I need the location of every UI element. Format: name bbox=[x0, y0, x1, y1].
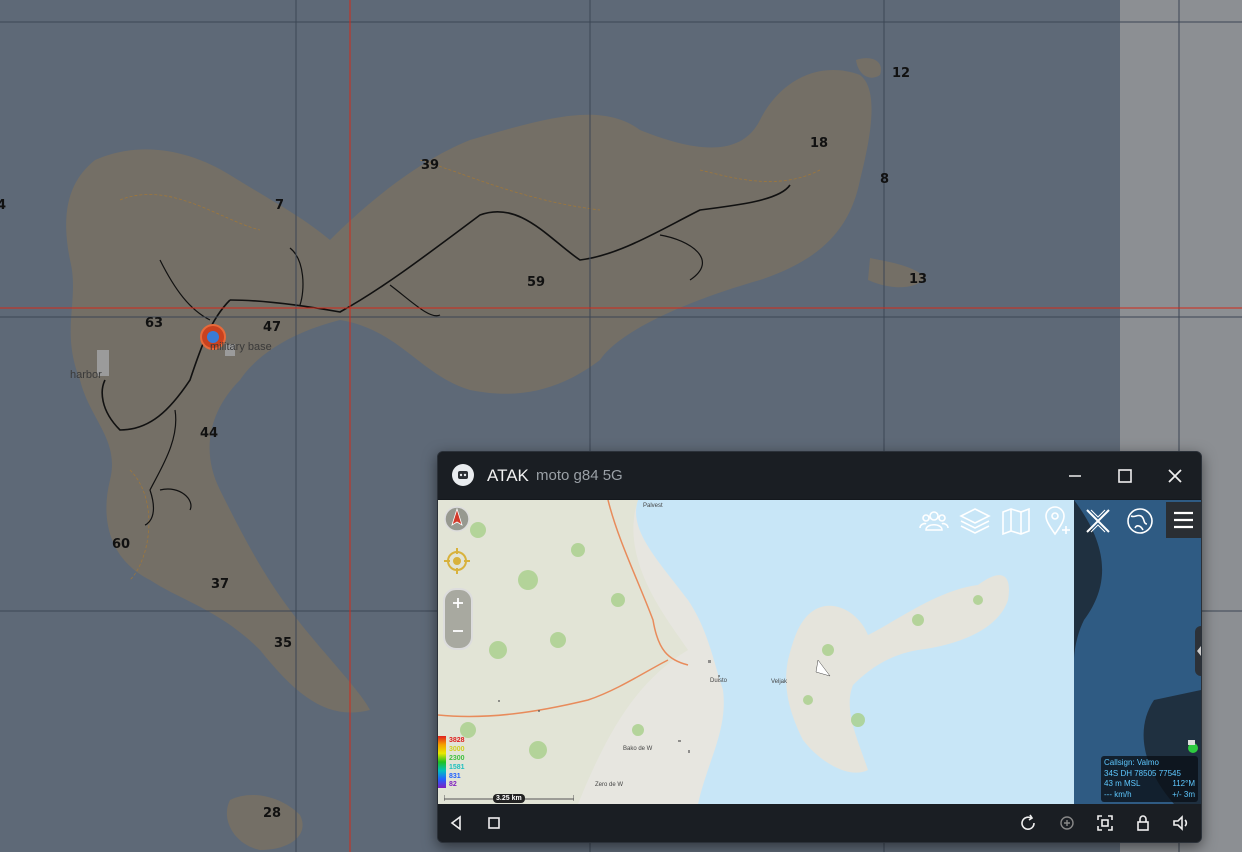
atak-app-icon bbox=[452, 464, 474, 486]
grid-number: 39 bbox=[421, 158, 440, 173]
close-tools-button[interactable] bbox=[1081, 504, 1115, 538]
grid-number: 7 bbox=[275, 198, 285, 213]
chevron-left-icon bbox=[1197, 646, 1201, 656]
zoom-in-button[interactable] bbox=[446, 592, 470, 614]
map-label: Palvest bbox=[643, 503, 663, 509]
elevation-value: 82 bbox=[449, 781, 457, 788]
screenshot-icon bbox=[1097, 815, 1113, 831]
device-name: moto g84 5G bbox=[536, 467, 623, 484]
elevation-value: 1581 bbox=[449, 764, 465, 771]
globe-icon bbox=[1127, 508, 1153, 534]
place-label: military base bbox=[210, 341, 272, 353]
menu-icon bbox=[1174, 511, 1193, 529]
grid-number: 28 bbox=[263, 806, 282, 821]
atak-window: ATAK moto g84 5G Palvest Veljak Duisto B… bbox=[437, 451, 1202, 843]
map-label: Duisto bbox=[710, 678, 728, 684]
recents-icon bbox=[488, 817, 500, 829]
zoom-out-icon bbox=[453, 630, 463, 632]
grid-number: 8 bbox=[880, 172, 890, 187]
callsign-info-box[interactable]: Callsign: Valmo 34S DH 78505 77545 43 m … bbox=[1101, 756, 1198, 802]
minimize-button[interactable] bbox=[1061, 462, 1089, 490]
grid-number: 47 bbox=[263, 320, 282, 335]
minimize-icon bbox=[1069, 475, 1081, 477]
recents-button[interactable] bbox=[485, 814, 503, 832]
callsign-text: Callsign: Valmo bbox=[1104, 758, 1159, 767]
contacts-icon bbox=[919, 511, 949, 531]
back-icon bbox=[450, 815, 461, 831]
elevation-value: 2300 bbox=[449, 755, 465, 762]
altitude-text: 43 m MSL bbox=[1104, 779, 1141, 788]
panel-expand-handle[interactable] bbox=[1195, 626, 1201, 676]
grid-number: 60 bbox=[112, 537, 131, 552]
zoom-out-button[interactable] bbox=[446, 620, 470, 642]
zoom-in-icon bbox=[453, 598, 463, 608]
accuracy-text: +/- 3m bbox=[1172, 789, 1195, 799]
locate-self-button[interactable] bbox=[442, 546, 472, 576]
grid-number: 44 bbox=[200, 426, 219, 441]
elevation-value: 3828 bbox=[449, 737, 465, 744]
zoom-control bbox=[443, 588, 473, 650]
navigation-bar bbox=[438, 804, 1201, 842]
place-label: harbor bbox=[70, 369, 102, 381]
title-bar[interactable]: ATAK moto g84 5G bbox=[438, 452, 1201, 499]
maximize-button[interactable] bbox=[1111, 462, 1139, 490]
atak-map[interactable] bbox=[438, 500, 1074, 804]
grid-number: 35 bbox=[274, 636, 293, 651]
globe-button[interactable] bbox=[1123, 504, 1157, 538]
grid-number: 13 bbox=[909, 272, 928, 287]
north-compass-icon bbox=[444, 506, 470, 532]
elevation-legend bbox=[438, 736, 446, 788]
add-point-button[interactable] bbox=[1040, 504, 1074, 538]
heading-text: 112°M bbox=[1172, 779, 1195, 788]
volume-button[interactable] bbox=[1172, 814, 1190, 832]
menu-button[interactable] bbox=[1166, 502, 1201, 538]
close-button[interactable] bbox=[1161, 462, 1189, 490]
grid-number: 63 bbox=[145, 316, 164, 331]
layers-icon bbox=[959, 508, 991, 534]
speed-text: --- km/h bbox=[1104, 789, 1132, 799]
contacts-button[interactable] bbox=[917, 504, 951, 538]
gps-status-icon bbox=[1188, 740, 1198, 753]
volume-icon bbox=[1173, 815, 1188, 831]
close-tools-icon bbox=[1086, 509, 1110, 533]
map-label: Bako de W bbox=[623, 746, 653, 752]
grid-number: 4 bbox=[0, 198, 7, 213]
locate-self-icon bbox=[444, 548, 470, 574]
add-point-icon bbox=[1045, 506, 1070, 536]
grid-number: 59 bbox=[527, 275, 546, 290]
lock-button[interactable] bbox=[1134, 814, 1152, 832]
elevation-value: 3000 bbox=[449, 746, 465, 753]
scale-label: 3.25 km bbox=[493, 794, 525, 803]
rotate-icon bbox=[1021, 814, 1035, 830]
maps-icon bbox=[1002, 507, 1030, 536]
lock-icon bbox=[1137, 815, 1149, 831]
map-label: Veljak bbox=[771, 679, 788, 685]
grid-number: 12 bbox=[892, 66, 911, 81]
elevation-value: 831 bbox=[449, 773, 461, 780]
close-icon bbox=[1168, 469, 1182, 483]
grid-number: 18 bbox=[810, 136, 829, 151]
rotate-button[interactable] bbox=[1019, 814, 1037, 832]
map-label: Zero de W bbox=[595, 782, 624, 788]
auto-rotate-button[interactable] bbox=[1058, 814, 1076, 832]
maximize-icon bbox=[1118, 469, 1132, 483]
mgrs-text: 34S DH 78505 77545 bbox=[1104, 768, 1181, 778]
maps-button[interactable] bbox=[999, 504, 1033, 538]
atak-content: Palvest Veljak Duisto Bako de W Zero de … bbox=[438, 500, 1201, 804]
grid-number: 37 bbox=[211, 577, 230, 592]
back-button[interactable] bbox=[448, 814, 466, 832]
auto-rotate-icon bbox=[1060, 816, 1074, 830]
app-title: ATAK bbox=[487, 466, 529, 485]
north-compass-button[interactable] bbox=[442, 504, 472, 534]
layers-button[interactable] bbox=[958, 504, 992, 538]
screenshot-button[interactable] bbox=[1096, 814, 1114, 832]
